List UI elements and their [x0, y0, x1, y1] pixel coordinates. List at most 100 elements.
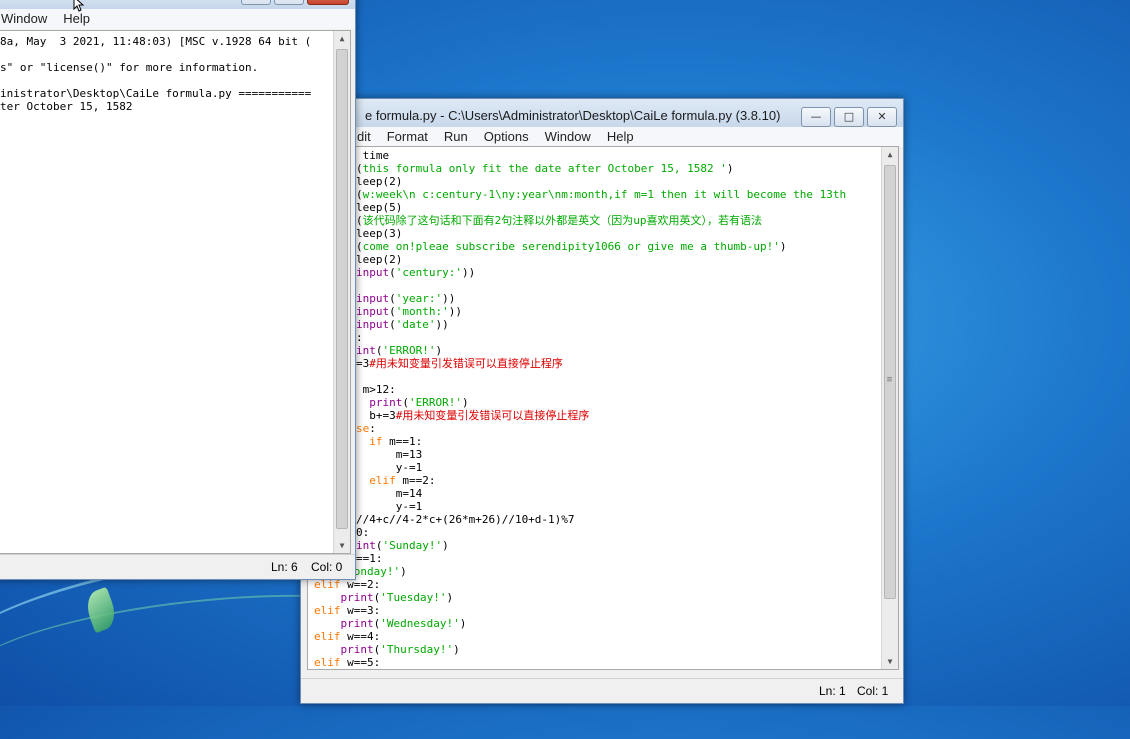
- code-token: input: [356, 305, 390, 318]
- code-token: (: [389, 305, 396, 318]
- code-token: int: [356, 344, 376, 357]
- code-token: (: [356, 214, 363, 227]
- code-token: w==5:: [340, 656, 381, 669]
- editor-window-title: e formula.py - C:\Users\Administrator\De…: [365, 108, 781, 123]
- code-token: 'ERROR!': [382, 344, 436, 357]
- code-token: ): [459, 617, 467, 630]
- editor-menu-format[interactable]: Format: [379, 127, 436, 147]
- code-line: leep(5): [356, 201, 402, 214]
- shell-line-number: Ln: 6: [271, 560, 298, 574]
- editor-menu-window[interactable]: Window: [537, 127, 599, 147]
- code-line: int('ERROR!'): [356, 344, 442, 357]
- code-token: 'year:': [395, 292, 443, 305]
- code-line: //4+c//4-2*c+(26*m+26)//10+d-1)%7: [356, 513, 575, 526]
- code-token: se: [356, 422, 370, 435]
- code-token: (: [375, 539, 383, 552]
- shell-line: 8a, May 3 2021, 11:48:03) [MSC v.1928 64…: [0, 35, 312, 48]
- code-token: 'Wednesday!': [380, 617, 460, 630]
- code-line: elif w==4:: [314, 630, 380, 643]
- code-line: (come on!pleae subscribe serendipity1066…: [356, 240, 786, 253]
- code-token: m==1:: [382, 435, 423, 448]
- mouse-cursor-icon: [73, 0, 85, 12]
- code-token: 'Sunday!': [382, 539, 443, 552]
- scroll-up-icon[interactable]: ▲: [882, 150, 898, 159]
- code-token: (: [375, 344, 383, 357]
- shell-titlebar[interactable]: — □ ✕: [0, 0, 355, 9]
- code-line: se:: [356, 422, 376, 435]
- code-token: #用未知变量引发错误可以直接停止程序: [369, 357, 563, 370]
- minimize-button[interactable]: —: [801, 107, 831, 127]
- code-token: )): [442, 292, 456, 305]
- code-line: input('year:')): [356, 292, 455, 305]
- code-token: ): [435, 344, 443, 357]
- code-editor[interactable]: time (this formula only fit the date afte…: [307, 146, 899, 670]
- editor-line-number: Ln: 1: [819, 684, 846, 698]
- code-token: ==1:: [356, 552, 383, 565]
- code-token: =3: [356, 357, 370, 370]
- code-line: (this formula only fit the date after Oc…: [356, 162, 734, 175]
- close-button[interactable]: ✕: [307, 0, 349, 5]
- code-line: m>12:: [356, 383, 396, 396]
- code-line: input('century:')): [356, 266, 475, 279]
- code-token: :: [369, 422, 376, 435]
- scroll-up-icon[interactable]: ▲: [334, 34, 350, 43]
- editor-column-number: Col: 1: [857, 684, 889, 698]
- maximize-button[interactable]: □: [274, 0, 304, 5]
- minimize-button[interactable]: —: [241, 0, 271, 5]
- scroll-down-icon[interactable]: ▼: [882, 657, 898, 666]
- editor-scrollbar[interactable]: ▲ ≡ ▼: [881, 147, 898, 669]
- code-token: print: [369, 396, 403, 409]
- editor-menu-help[interactable]: Help: [599, 127, 642, 147]
- code-token: )): [435, 318, 449, 331]
- code-token: #用未知变量引发错误可以直接停止程序: [395, 409, 590, 422]
- code-token: )): [461, 266, 476, 279]
- code-line: ==1:: [356, 552, 383, 565]
- code-token: 'month:': [395, 305, 449, 318]
- scroll-down-icon[interactable]: ▼: [334, 541, 350, 550]
- code-token: elif: [369, 474, 396, 487]
- code-token: //4+c//4-2*c+(26*m+26)//10+d-1)%7: [356, 513, 575, 526]
- shell-menu-help[interactable]: Help: [55, 9, 98, 29]
- code-line: y-=1: [356, 461, 423, 474]
- code-token: print: [340, 617, 374, 630]
- code-line: print('ERROR!'): [356, 396, 469, 409]
- code-line: time: [356, 149, 390, 162]
- code-token: (: [389, 292, 396, 305]
- code-token: ): [461, 396, 469, 409]
- shell-text-area[interactable]: 8a, May 3 2021, 11:48:03) [MSC v.1928 64…: [0, 31, 332, 553]
- code-token: ): [400, 565, 407, 578]
- maximize-button[interactable]: □: [834, 107, 864, 127]
- code-token: y-=1: [356, 500, 423, 513]
- code-token: 0:: [356, 526, 370, 539]
- editor-menu-run[interactable]: Run: [436, 127, 476, 147]
- code-token: leep(5): [356, 201, 403, 214]
- close-button[interactable]: ✕: [867, 107, 897, 127]
- code-token: leep(2): [356, 253, 403, 266]
- shell-scroll-thumb[interactable]: [336, 49, 348, 529]
- code-token: print: [340, 643, 374, 656]
- code-line: m=13: [356, 448, 423, 461]
- code-token: (: [402, 396, 409, 409]
- code-token: 该代码除了这句话和下面有2句注释以外都是英文（因为up喜欢用英文），若有语法: [362, 214, 762, 227]
- shell-scrollbar[interactable]: ▲ ▼: [333, 31, 350, 553]
- code-line: if m==1:: [356, 435, 422, 448]
- code-line: elif w==5:: [314, 656, 380, 669]
- code-token: )): [448, 305, 462, 318]
- code-token: ): [453, 643, 460, 656]
- code-token: w==4:: [340, 630, 381, 643]
- code-line: print('Wednesday!'): [314, 617, 467, 630]
- code-token: input: [356, 266, 390, 279]
- shell-output[interactable]: 8a, May 3 2021, 11:48:03) [MSC v.1928 64…: [0, 30, 351, 554]
- code-line: print('Tuesday!'): [314, 591, 454, 604]
- code-token: leep(3): [356, 227, 403, 240]
- code-area[interactable]: time (this formula only fit the date afte…: [308, 147, 880, 669]
- editor-menu-options[interactable]: Options: [476, 127, 537, 147]
- shell-menu-window[interactable]: Window: [0, 9, 55, 29]
- code-token: if: [369, 435, 383, 448]
- code-line: leep(2): [356, 175, 402, 188]
- code-line: int('Sunday!'): [356, 539, 449, 552]
